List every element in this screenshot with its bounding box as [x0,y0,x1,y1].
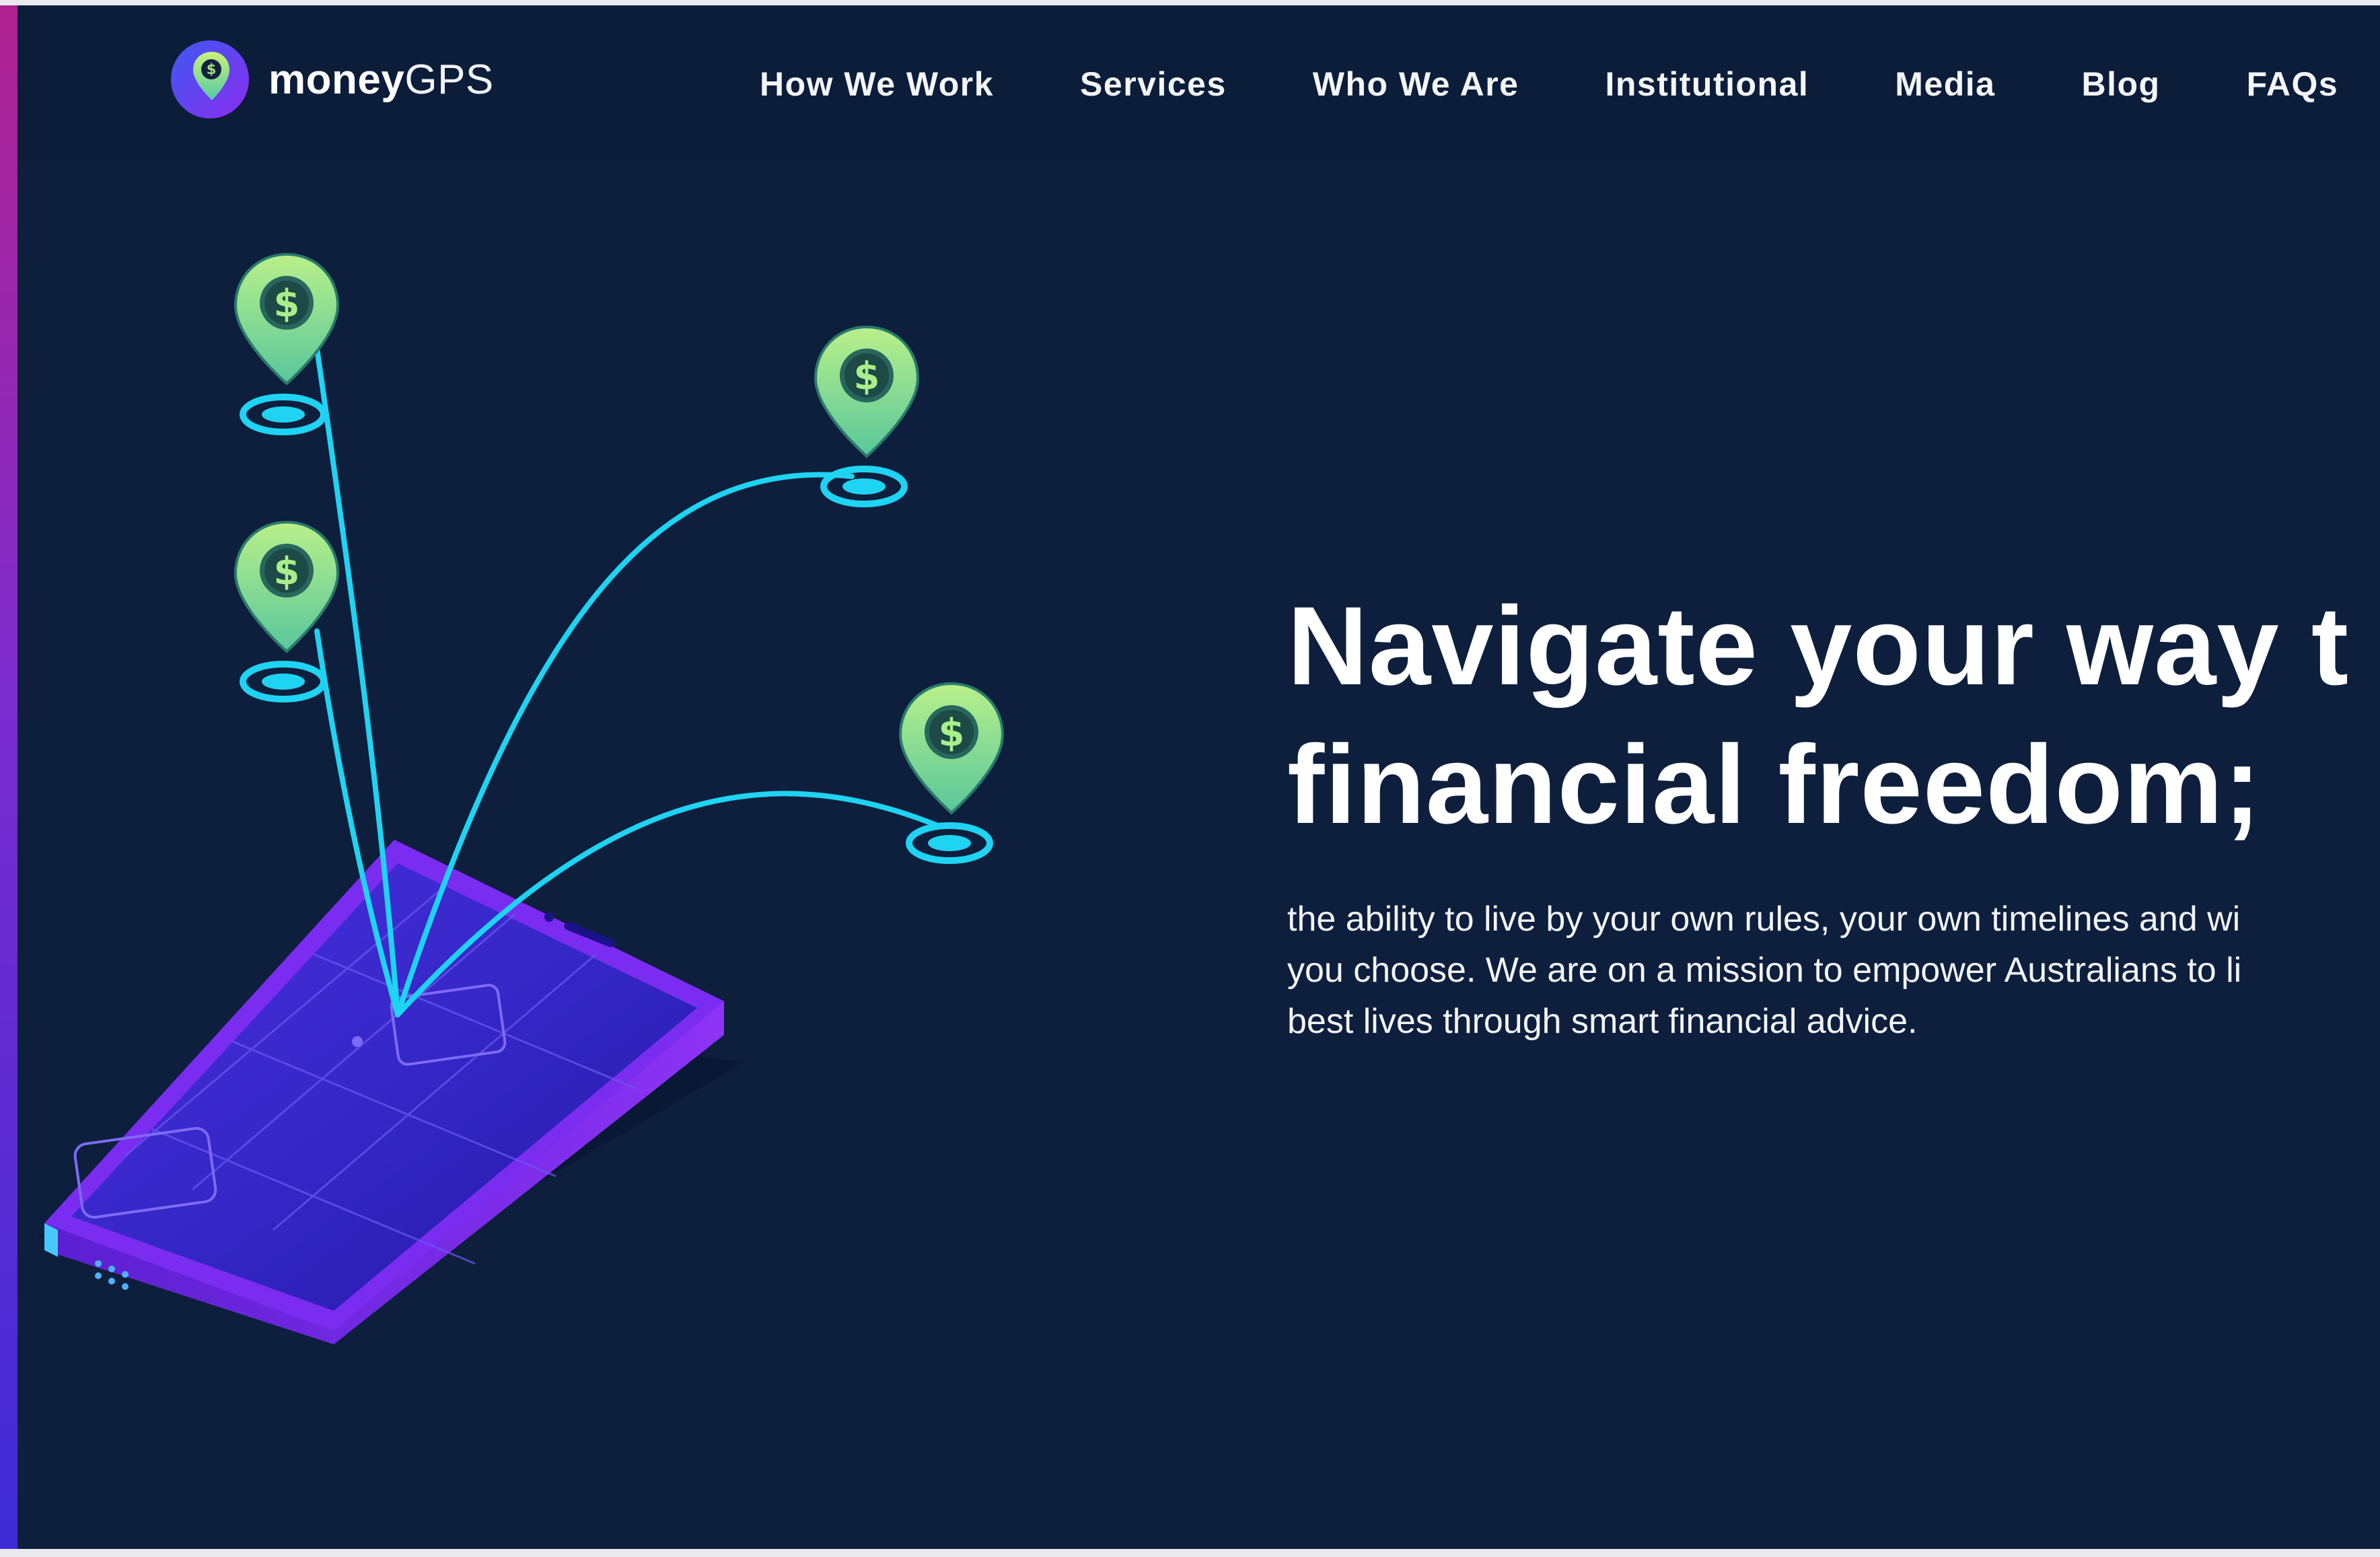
hero-title-line: Navigate your way t [1287,584,2350,709]
hero-title-line: financial freedom; [1287,723,2262,847]
nav-services[interactable]: Services [1080,61,1227,108]
hero-title: Navigate your way t financial freedom; [1287,577,2349,855]
dollar-pin-icon [234,521,339,653]
svg-text:$: $ [207,61,217,77]
left-accent-strip [0,0,17,1557]
dollar-pin-icon [899,682,1004,814]
page: $ moneyGPS How We Work Services Who We A… [17,5,2380,1549]
window-bottom-edge [0,1549,2380,1557]
brand-name: moneyGPS [268,56,494,104]
hero-illustration: $ [38,253,1004,1344]
hero-description-line: the ability to live by your own rules, y… [1287,900,2241,939]
main-nav: How We Work Services Who We Are Institut… [760,61,2338,108]
brand-name-bold: money [268,56,405,103]
smartphone-icon [44,840,724,1344]
window-top-edge [0,0,2380,5]
map-pin-dollar-icon: $ [171,40,249,118]
nav-who-we-are[interactable]: Who We Are [1313,61,1519,108]
nav-media[interactable]: Media [1895,61,1995,108]
dollar-pin-icon [234,253,339,385]
nav-institutional[interactable]: Institutional [1605,61,1809,108]
hero-description-line: you choose. We are on a mission to empow… [1287,951,2242,990]
site-header: $ moneyGPS How We Work Services Who We A… [17,5,2380,160]
nav-faqs[interactable]: FAQs [2247,61,2339,108]
hero-description: the ability to live by your own rules, y… [1287,894,2380,1047]
brand-name-light: GPS [404,56,494,103]
brand-logo[interactable]: $ moneyGPS [169,36,494,123]
nav-blog[interactable]: Blog [2081,61,2160,108]
nav-how-we-work[interactable]: How We Work [760,61,994,108]
hero-description-line: best lives through smart financial advic… [1287,1002,1918,1041]
dollar-pin-icon [814,326,919,458]
